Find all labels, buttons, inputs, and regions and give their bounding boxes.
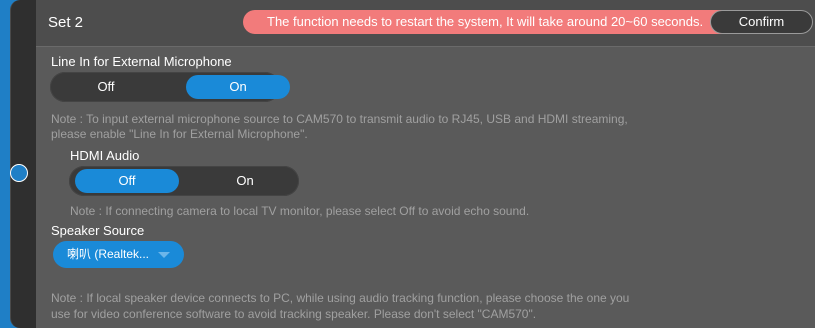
- line-in-on-option[interactable]: On: [186, 75, 290, 99]
- hdmi-audio-off-option[interactable]: Off: [75, 169, 179, 193]
- restart-warning-banner: The function needs to restart the system…: [243, 10, 738, 34]
- line-in-toggle: Off On: [50, 72, 290, 102]
- line-in-note-line2: please enable "Line In for External Micr…: [51, 127, 308, 141]
- hdmi-audio-toggle: Off On: [69, 166, 299, 196]
- hdmi-audio-note: Note : If connecting camera to local TV …: [70, 204, 530, 218]
- chevron-down-icon: [158, 252, 170, 258]
- settings-panel: Set 2 The function needs to restart the …: [36, 0, 815, 328]
- speaker-source-note-line1: Note : If local speaker device connects …: [51, 291, 630, 305]
- line-in-note-line1: Note : To input external microphone sour…: [51, 112, 628, 126]
- speaker-source-dropdown[interactable]: 喇叭 (Realtek...: [53, 241, 184, 268]
- speaker-source-label: Speaker Source: [51, 223, 145, 238]
- line-in-off-option[interactable]: Off: [54, 75, 158, 99]
- panel-header: Set 2 The function needs to restart the …: [36, 0, 815, 47]
- hdmi-audio-label: HDMI Audio: [70, 148, 140, 163]
- confirm-button[interactable]: Confirm: [710, 10, 813, 34]
- speaker-source-note-line2: use for video conference software to avo…: [51, 307, 537, 321]
- hdmi-audio-on-option[interactable]: On: [193, 169, 297, 193]
- line-in-label: Line In for External Microphone: [51, 54, 232, 69]
- radio-circle-icon[interactable]: [10, 164, 28, 182]
- set-title: Set 2: [48, 14, 84, 31]
- speaker-source-value: 喇叭 (Realtek...: [67, 247, 150, 261]
